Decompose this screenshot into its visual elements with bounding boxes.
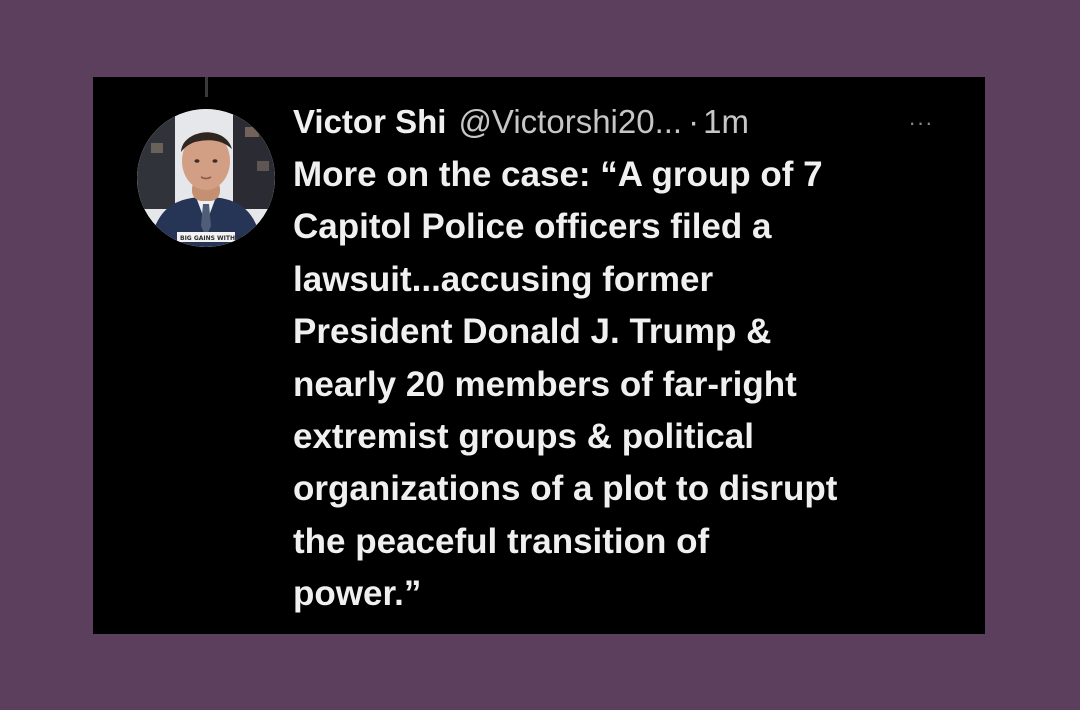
tweet-timestamp[interactable]: 1m: [703, 99, 749, 145]
thread-connector-line: [205, 77, 208, 97]
user-handle[interactable]: @Victorshi20...: [458, 99, 682, 145]
tweet-body: Victor Shi @Victorshi20... · 1m More on …: [293, 99, 953, 621]
avatar-caption: BIG GAINS WITH V: [180, 235, 242, 242]
tweet-text: More on the case: “A group of 7 Capitol …: [293, 155, 838, 614]
tweet-header: Victor Shi @Victorshi20... · 1m: [293, 99, 953, 145]
tweet-card[interactable]: BIG GAINS WITH V ··· Victor Shi @Victors…: [93, 77, 985, 634]
avatar-photo: BIG GAINS WITH V: [137, 109, 275, 247]
user-avatar[interactable]: BIG GAINS WITH V: [137, 109, 275, 247]
timestamp-separator: ·: [688, 103, 700, 140]
display-name[interactable]: Victor Shi: [293, 99, 446, 145]
